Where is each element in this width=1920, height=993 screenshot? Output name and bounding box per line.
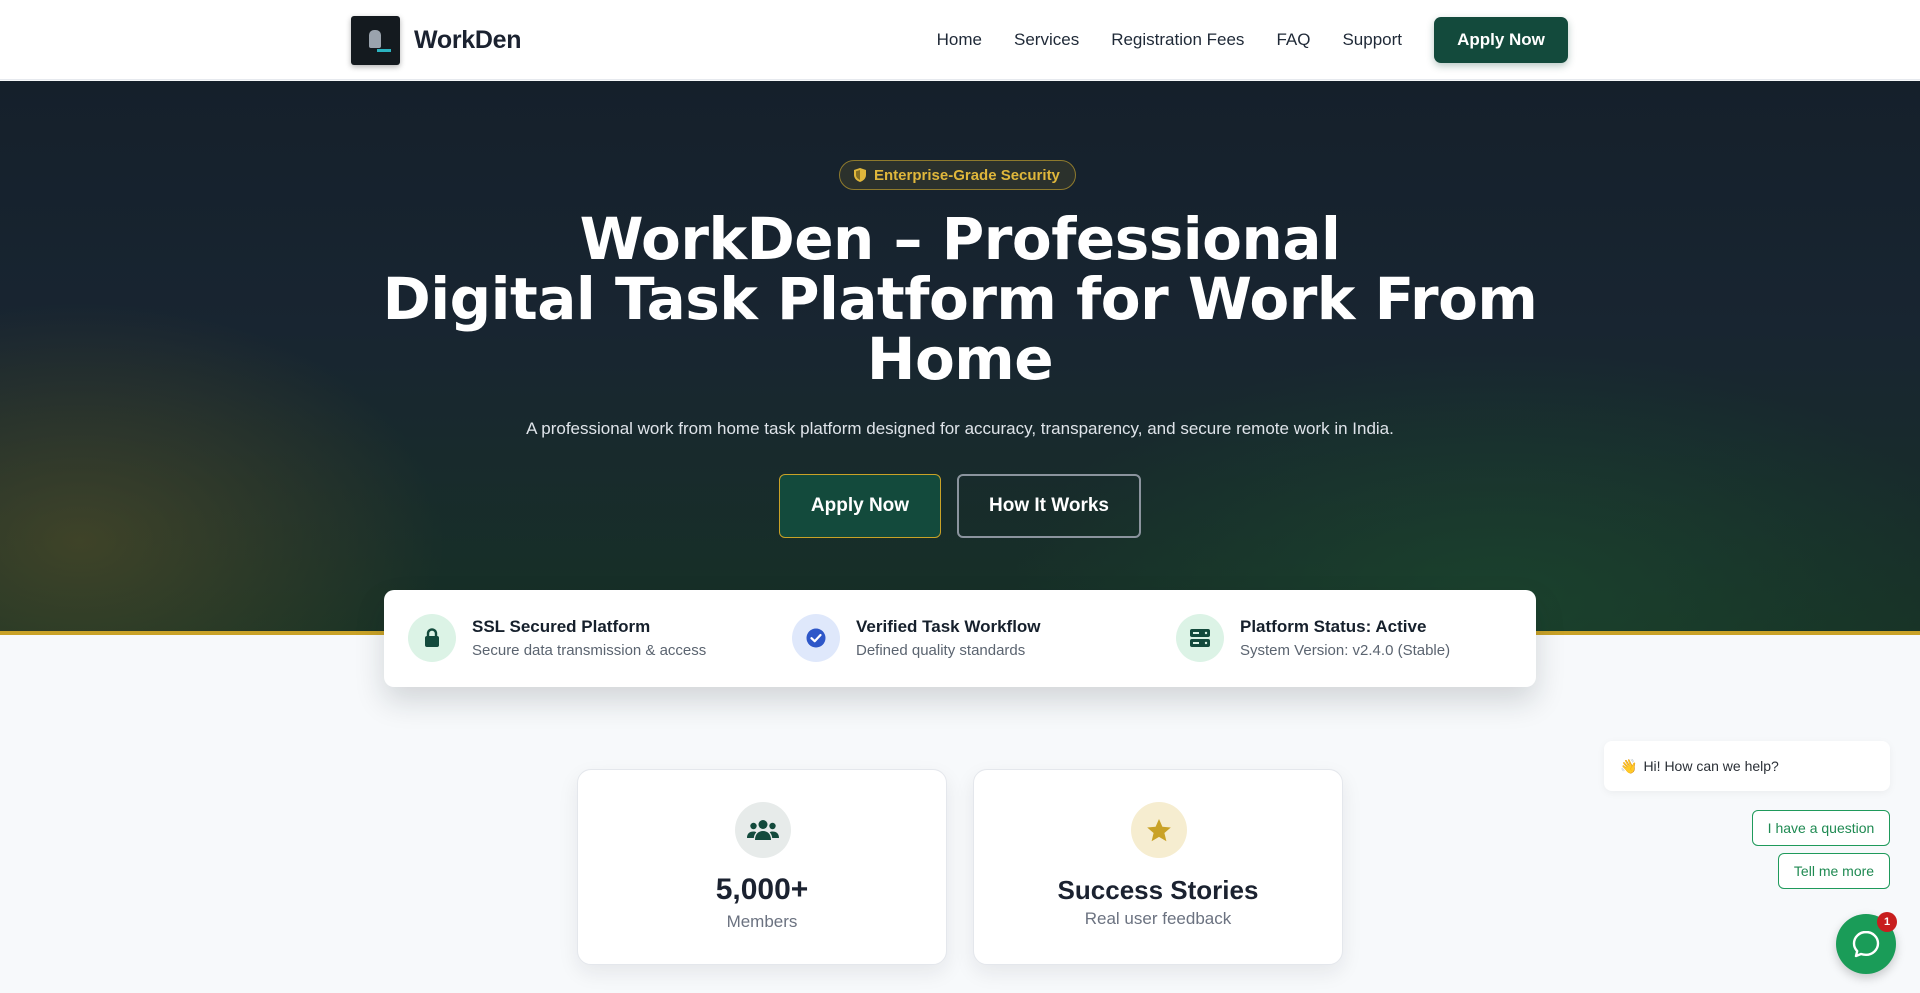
trust-description: Secure data transmission & access [472, 642, 707, 659]
waving-hand-icon: 👋 [1620, 757, 1638, 774]
stat-label: Real user feedback [1084, 909, 1232, 928]
trust-item-status: Platform Status: Active System Version: … [1176, 614, 1450, 662]
trust-bar: SSL Secured Platform Secure data transmi… [384, 590, 1536, 687]
stat-card-members: 5,000+ Members [577, 769, 947, 965]
shield-icon [854, 168, 866, 182]
unread-count-badge: 1 [1877, 912, 1897, 932]
hero-title: WorkDen – Professional Digital Task Plat… [360, 209, 1560, 389]
trust-title: SSL Secured Platform [472, 617, 651, 636]
server-icon [1176, 614, 1224, 662]
how-it-works-button[interactable]: How It Works [957, 474, 1141, 538]
stat-value: Success Stories [1057, 875, 1259, 905]
chat-option-tell-more[interactable]: Tell me more [1778, 853, 1890, 889]
security-badge-label: Enterprise-Grade Security [874, 166, 1060, 184]
stat-value: 5,000+ [715, 873, 809, 906]
hero-section: Enterprise-Grade Security WorkDen – Prof… [0, 81, 1920, 635]
star-icon [1131, 802, 1187, 858]
users-icon [735, 802, 791, 858]
trust-item-ssl: SSL Secured Platform Secure data transmi… [408, 614, 706, 662]
trust-description: Defined quality standards [856, 642, 1026, 659]
chat-greeting-text: Hi! How can we help? [1643, 758, 1779, 774]
nav-support[interactable]: Support [1342, 30, 1402, 50]
trust-title: Platform Status: Active [1240, 617, 1427, 636]
trust-item-workflow: Verified Task Workflow Defined quality s… [792, 614, 1041, 662]
hero-subtitle: A professional work from home task platf… [526, 419, 1394, 438]
trust-title: Verified Task Workflow [856, 617, 1041, 636]
nav-faq[interactable]: FAQ [1276, 30, 1310, 50]
chat-icon [1852, 930, 1880, 958]
hero-title-line: Home [866, 325, 1054, 393]
trust-description: System Version: v2.4.0 (Stable) [1240, 642, 1451, 659]
nav-home[interactable]: Home [937, 30, 982, 50]
chat-option-question[interactable]: I have a question [1752, 810, 1890, 846]
nav-registration-fees[interactable]: Registration Fees [1111, 30, 1244, 50]
hero-title-line: WorkDen – Professional [579, 205, 1341, 273]
check-badge-icon [792, 614, 840, 662]
hero-title-line: Digital Task Platform for Work From [382, 265, 1538, 333]
site-header: WorkDen Home Services Registration Fees … [0, 0, 1920, 80]
brand-name: WorkDen [414, 26, 522, 54]
main-nav: Home Services Registration Fees FAQ Supp… [937, 17, 1568, 63]
stat-label: Members [726, 912, 798, 931]
header-apply-button[interactable]: Apply Now [1434, 17, 1568, 63]
nav-services[interactable]: Services [1014, 30, 1079, 50]
brand-logo[interactable]: WorkDen [351, 16, 521, 65]
hero-apply-button[interactable]: Apply Now [779, 474, 941, 538]
logo-image [351, 16, 400, 65]
chat-greeting-bubble: 👋 Hi! How can we help? [1604, 741, 1890, 791]
security-badge: Enterprise-Grade Security [839, 160, 1076, 190]
lock-icon [408, 614, 456, 662]
stat-card-success-stories: Success Stories Real user feedback [973, 769, 1343, 965]
